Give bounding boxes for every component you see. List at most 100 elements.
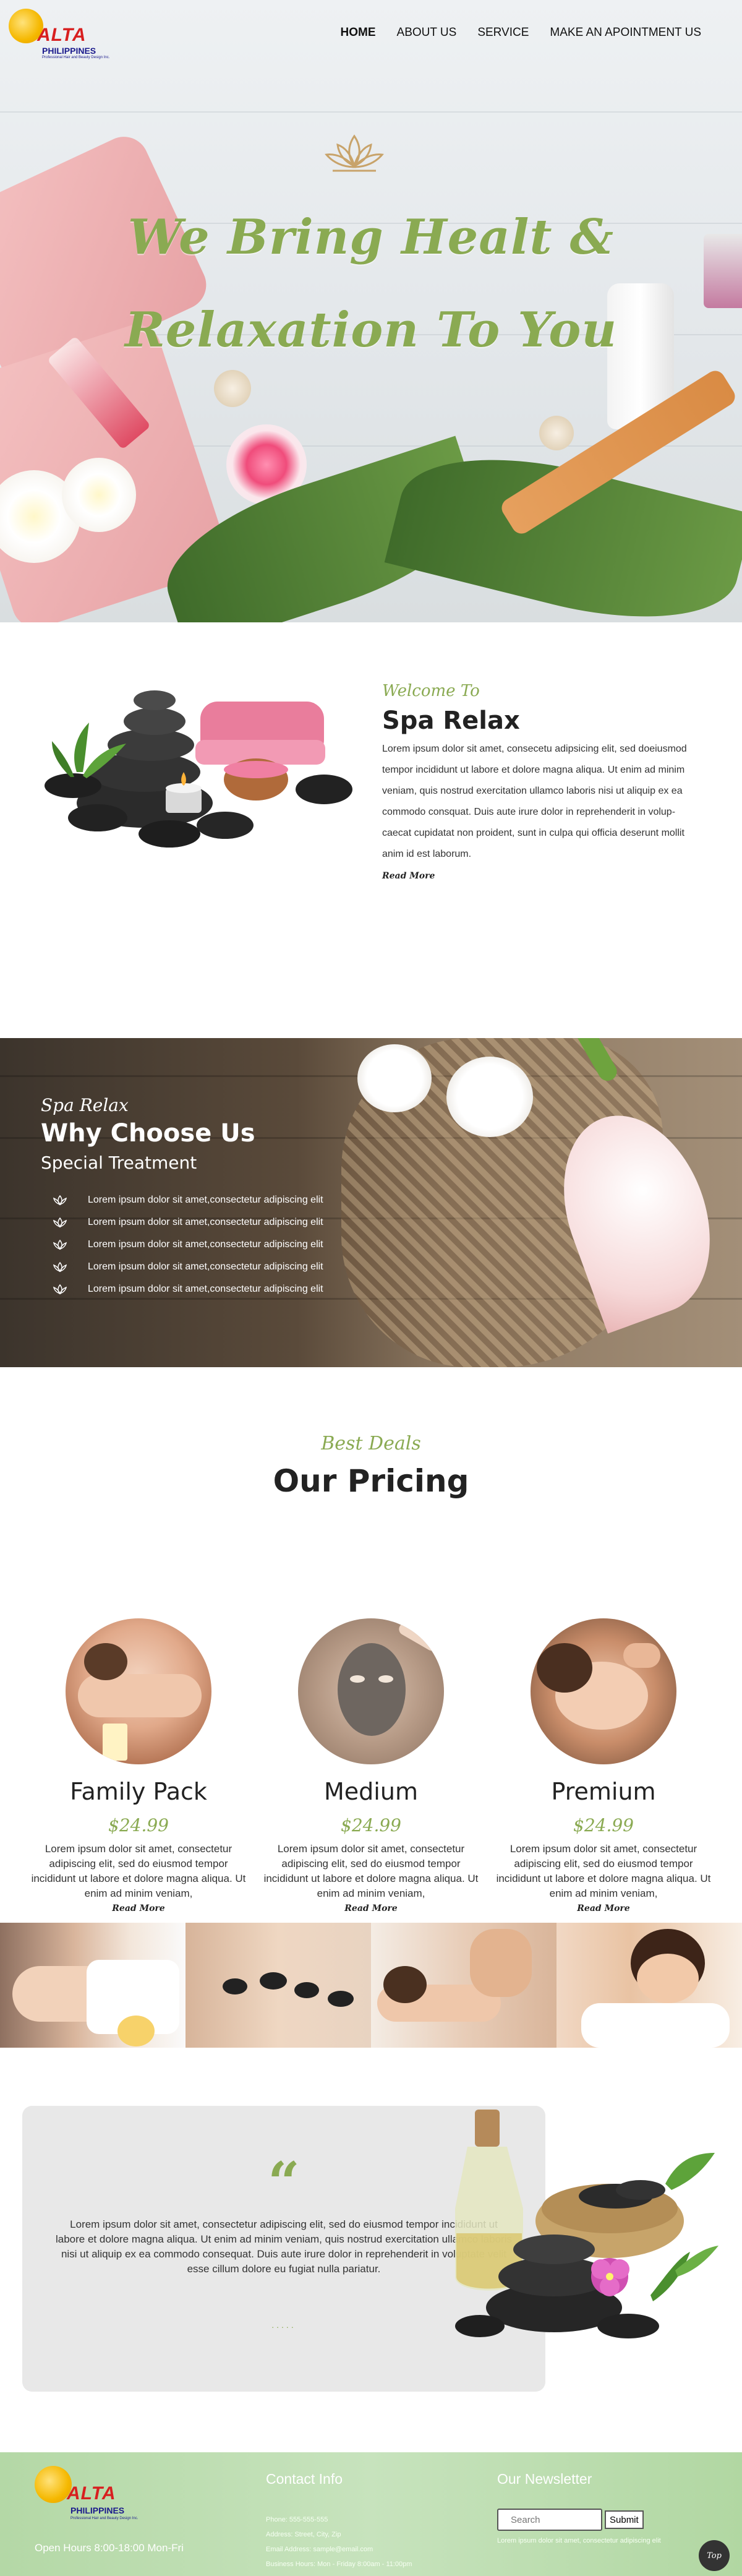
logo-tagline: Professional Hair and Beauty Design Inc.	[42, 56, 110, 59]
why-choose-us-section: Spa Relax Why Choose Us Special Treatmen…	[0, 1038, 742, 1367]
orchid-image	[62, 458, 136, 532]
pricing-kicker: Best Deals	[321, 1433, 421, 1454]
footer-logo-tagline: Professional Hair and Beauty Design Inc.	[70, 2517, 139, 2520]
pricing-header: Best Deals Our Pricing	[0, 1433, 742, 1499]
lotus-bullet-icon	[53, 1261, 67, 1273]
why-kicker: Spa Relax	[41, 1095, 129, 1115]
main-menu: HOME ABOUT US SERVICE MAKE AN APOINTMENT…	[341, 26, 701, 40]
why-item-text: Lorem ipsum dolor sit amet,consectetur a…	[88, 1217, 323, 1227]
list-item: Lorem ipsum dolor sit amet,consectetur a…	[52, 1211, 323, 1234]
medium-facial-mask-photo	[298, 1618, 444, 1764]
list-item: Lorem ipsum dolor sit amet,consectetur a…	[52, 1189, 323, 1211]
cotton-flower-image	[357, 1044, 432, 1112]
welcome-paragraph: anim id est laborum.	[382, 849, 472, 859]
why-list: Lorem ipsum dolor sit amet,consectetur a…	[52, 1189, 323, 1300]
pricing-card-medium: Medium $24.99 Lorem ipsum dolor sit amet…	[255, 1618, 487, 1914]
family-pack-massage-photo	[66, 1618, 211, 1764]
gallery-photo-towel-relax[interactable]	[0, 1923, 186, 2048]
newsletter-title: Our Newsletter	[497, 2471, 592, 2487]
welcome-paragraph: Lorem ipsum dolor sit amet, consecetu ad…	[382, 744, 687, 754]
plan-price: $24.99	[341, 1815, 401, 1835]
logo-wordmark: ALTA	[37, 25, 87, 45]
newsletter-submit-button[interactable]: Submit	[605, 2510, 644, 2529]
welcome-paragraph: tempor incididunt ut labore et dolore ma…	[382, 765, 685, 775]
lotus-icon	[325, 134, 384, 172]
pricing-title: Our Pricing	[273, 1463, 469, 1499]
list-item: Lorem ipsum dolor sit amet,consectetur a…	[52, 1256, 323, 1278]
site-footer: ALTA PHILIPPINES Professional Hair and B…	[0, 2452, 742, 2576]
cotton-ball-image	[539, 416, 574, 450]
welcome-paragraph: commodo consquat. Duis aute irure dolor …	[382, 807, 676, 817]
why-item-text: Lorem ipsum dolor sit amet,consectetur a…	[88, 1239, 323, 1250]
gallery-photo-back-massage[interactable]	[371, 1923, 556, 2048]
welcome-kicker: Welcome To	[382, 682, 480, 700]
welcome-title: Spa Relax	[382, 706, 520, 735]
why-subtitle: Special Treatment	[41, 1153, 197, 1173]
hero-title-line-1: We Bring Healt &	[127, 209, 615, 265]
why-content: Spa Relax Why Choose Us Special Treatmen…	[41, 1095, 323, 1300]
list-item: Lorem ipsum dolor sit amet,consectetur a…	[52, 1234, 323, 1256]
hero-title-line-2: Relaxation To You	[124, 302, 618, 358]
nav-service-link[interactable]: SERVICE	[477, 26, 529, 40]
contact-address: Address: Street, City, Zip	[266, 2531, 341, 2538]
back-to-top-button[interactable]: Top	[699, 2540, 730, 2571]
lotus-bullet-icon	[53, 1284, 67, 1295]
welcome-paragraph: veniam, quis nostrud exercitation ullamc…	[382, 786, 683, 796]
pricing-section: Best Deals Our Pricing Family Pack $24.9…	[0, 1367, 742, 1923]
alta-philippines-logo[interactable]: ALTA PHILIPPINES Professional Hair and B…	[9, 9, 114, 61]
cotton-flower-image	[446, 1057, 533, 1137]
plan-price: $24.99	[573, 1815, 634, 1835]
newsletter-note: Lorem ipsum dolor sit amet, consectetur …	[497, 2537, 661, 2544]
why-title: Why Choose Us	[41, 1119, 255, 1148]
plan-read-more-link[interactable]: Read More	[577, 1904, 629, 1913]
hero-section: ALTA PHILIPPINES Professional Hair and B…	[0, 0, 742, 622]
open-hours: Open Hours 8:00-18:00 Mon-Fri	[35, 2542, 184, 2554]
lotus-bullet-icon	[53, 1239, 67, 1250]
newsletter-form: Submit	[497, 2509, 661, 2531]
plan-name: Family Pack	[70, 1778, 207, 1805]
gallery-photo-woman-towel[interactable]	[556, 1923, 742, 2048]
nav-appointment-link[interactable]: MAKE AN APOINTMENT US	[550, 26, 701, 40]
premium-face-massage-photo	[531, 1618, 676, 1764]
plan-description: Lorem ipsum dolor sit amet, consectetur …	[263, 1843, 479, 1899]
logo-country: PHILIPPINES	[42, 46, 96, 56]
welcome-text-block: Welcome To Spa Relax Lorem ipsum dolor s…	[382, 682, 691, 882]
plan-description: Lorem ipsum dolor sit amet, consectetur …	[31, 1843, 246, 1899]
newsletter-column: Our Newsletter Submit Lorem ipsum dolor …	[497, 2471, 661, 2548]
top-navigation: ALTA PHILIPPINES Professional Hair and B…	[0, 0, 742, 68]
contact-hours: Business Hours: Mon - Friday 8:00am - 11…	[266, 2561, 412, 2568]
why-item-text: Lorem ipsum dolor sit amet,consectetur a…	[88, 1261, 323, 1272]
pricing-plans: Family Pack $24.99 Lorem ipsum dolor sit…	[22, 1618, 720, 1914]
cotton-ball-image	[214, 370, 251, 407]
contact-info-column: Contact Info Phone: 555-555-555 Address:…	[266, 2471, 412, 2572]
welcome-read-more-link[interactable]: Read More	[382, 871, 435, 881]
lotus-bullet-icon	[53, 1217, 67, 1228]
sun-logo-icon	[35, 2466, 72, 2503]
newsletter-search-input[interactable]	[497, 2509, 602, 2531]
pricing-card-family-pack: Family Pack $24.99 Lorem ipsum dolor sit…	[22, 1618, 255, 1914]
oil-bottle-stones-image	[455, 2110, 719, 2338]
nav-about-link[interactable]: ABOUT US	[397, 26, 457, 40]
contact-phone: Phone: 555-555-555	[266, 2516, 328, 2523]
lotus-bullet-icon	[53, 1195, 67, 1206]
plan-description: Lorem ipsum dolor sit amet, consectetur …	[496, 1843, 711, 1899]
plan-name: Medium	[324, 1778, 418, 1805]
plan-price: $24.99	[108, 1815, 169, 1835]
footer-logo-country: PHILIPPINES	[70, 2505, 125, 2515]
contact-email: Email Address: sample@email.com	[266, 2546, 373, 2553]
welcome-paragraph: caecat cupidatat non proident, sunt in c…	[382, 828, 684, 838]
gallery-photo-hot-stones-back[interactable]	[186, 1923, 371, 2048]
plan-read-more-link[interactable]: Read More	[112, 1904, 164, 1913]
footer-logo-wordmark: ALTA	[67, 2483, 116, 2504]
why-item-text: Lorem ipsum dolor sit amet,consectetur a…	[88, 1284, 323, 1294]
nav-home-link[interactable]: HOME	[341, 26, 376, 40]
why-item-text: Lorem ipsum dolor sit amet,consectetur a…	[88, 1195, 323, 1205]
welcome-section: Welcome To Spa Relax Lorem ipsum dolor s…	[0, 622, 742, 1038]
contact-info-title: Contact Info	[266, 2471, 343, 2487]
plan-name: Premium	[551, 1778, 656, 1805]
gallery-strip	[0, 1923, 742, 2048]
testimonial-section: “ Lorem ipsum dolor sit amet, consectetu…	[0, 2048, 742, 2452]
footer-logo[interactable]: ALTA PHILIPPINES Professional Hair and B…	[35, 2466, 146, 2525]
plan-read-more-link[interactable]: Read More	[344, 1904, 397, 1913]
list-item: Lorem ipsum dolor sit amet,consectetur a…	[52, 1278, 323, 1300]
